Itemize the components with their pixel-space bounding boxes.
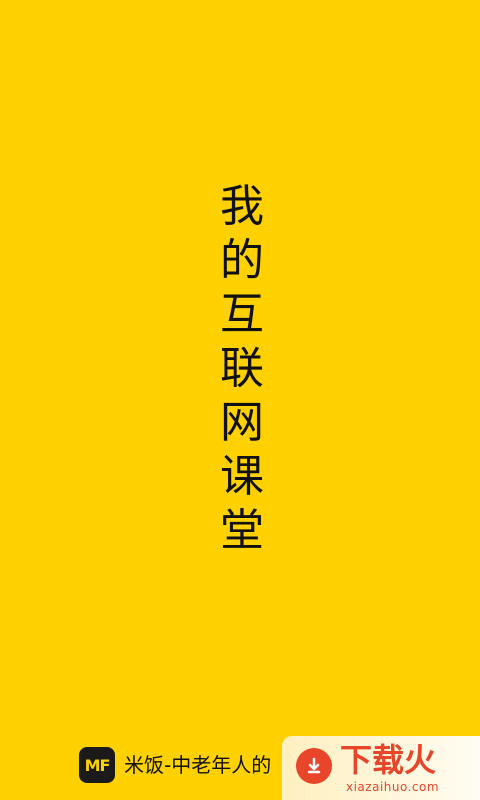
- title-char: 的: [220, 235, 264, 286]
- app-name-label: 米饭-中老年人的: [124, 753, 272, 777]
- splash-title: 我 的 互 联 网 课 堂: [212, 180, 272, 558]
- watermark-banner: 下载火 xiazaihuo.com: [282, 736, 480, 800]
- title-char: 堂: [220, 505, 264, 556]
- title-char: 互: [220, 289, 264, 340]
- app-logo-text: MF: [84, 755, 111, 775]
- splash-screen: 我 的 互 联 网 课 堂 MF 米饭-中老年人的 下载火 xiazaihuo.…: [0, 0, 480, 800]
- app-logo-icon: MF: [79, 747, 115, 783]
- title-char: 网: [220, 397, 264, 448]
- watermark-url: xiazaihuo.com: [346, 780, 440, 794]
- download-icon: [296, 748, 332, 784]
- title-char: 课: [220, 451, 264, 502]
- title-char: 联: [220, 343, 264, 394]
- title-char: 我: [220, 181, 264, 232]
- watermark-brand: 下载火: [340, 741, 437, 779]
